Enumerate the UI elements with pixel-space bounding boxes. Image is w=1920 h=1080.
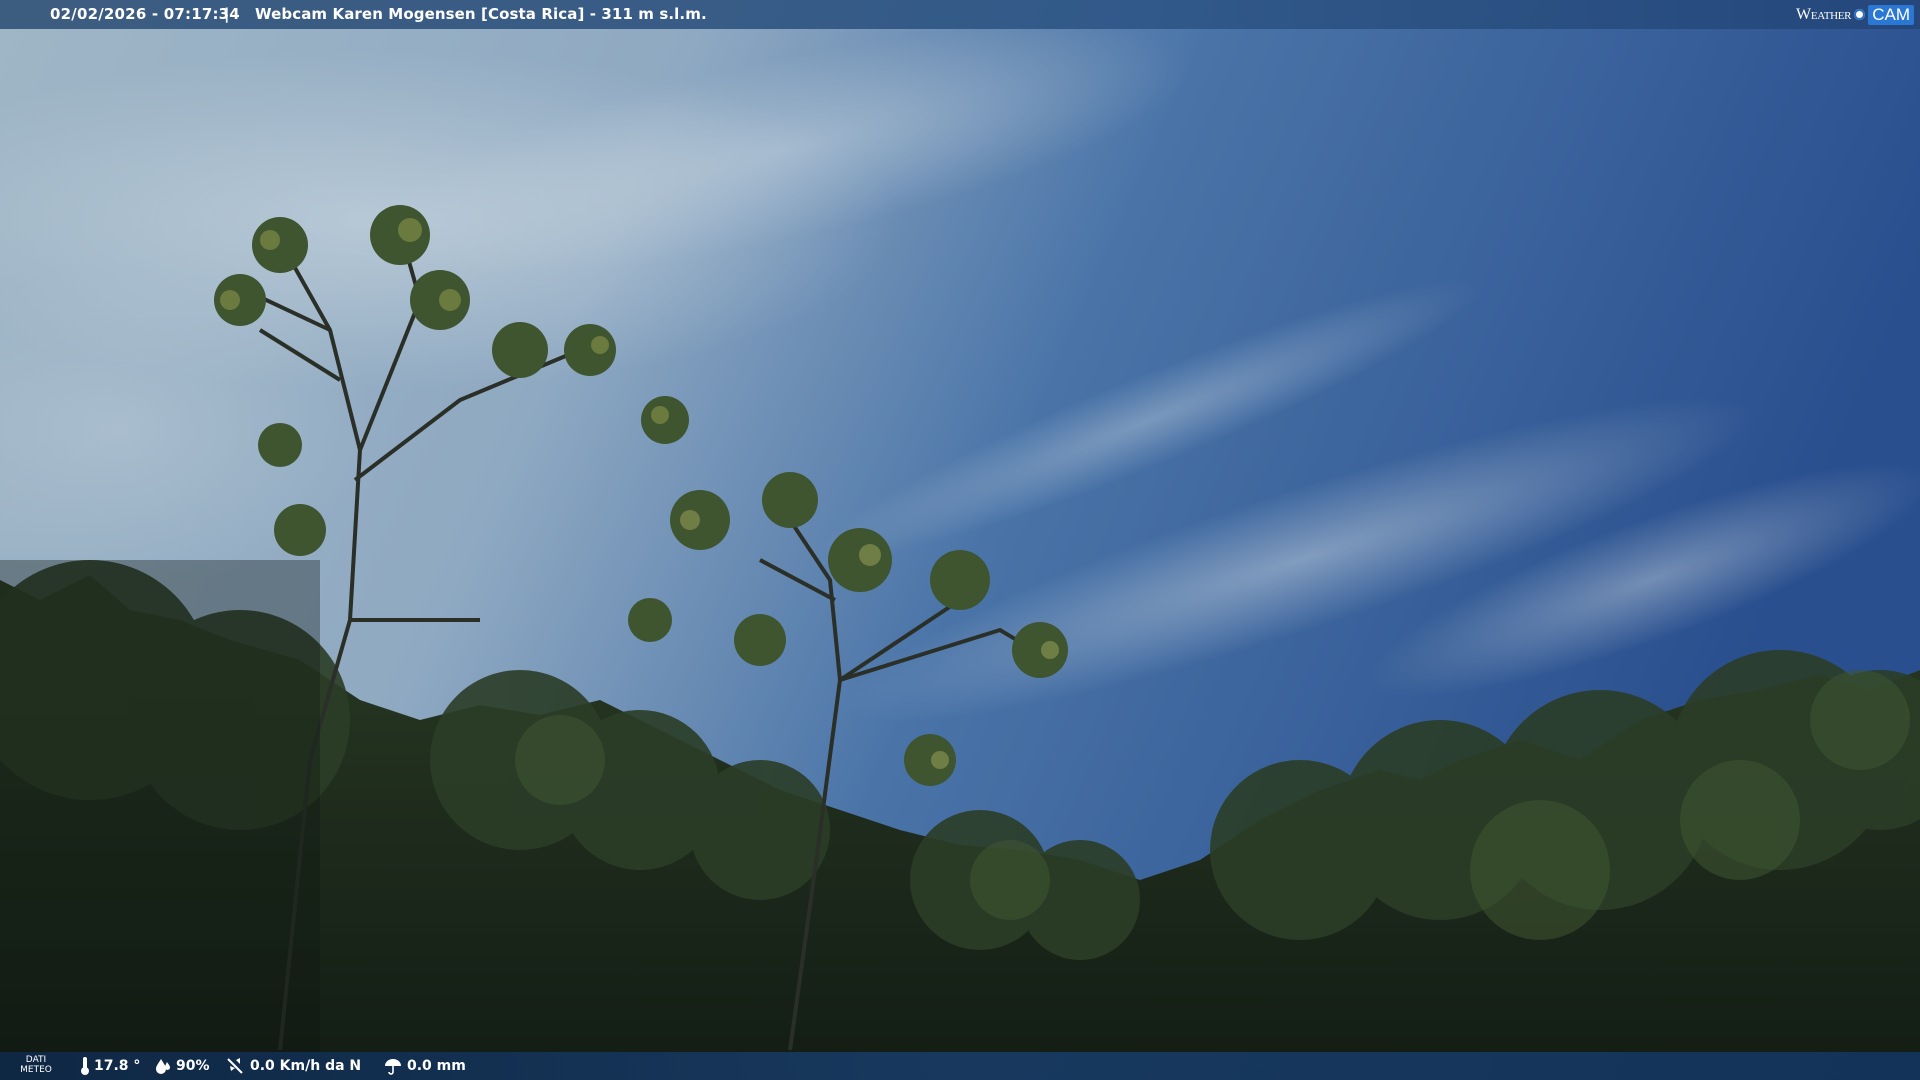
webcam-title: Webcam Karen Mogensen [Costa Rica] - 311… bbox=[255, 5, 707, 23]
weather-data-bar: DATI METEO 17.8 ° 90% 0.0 Km/h da N 0.0 … bbox=[0, 1052, 1920, 1080]
rain-icon bbox=[383, 1057, 403, 1075]
temperature-value: 17.8 ° bbox=[94, 1058, 141, 1074]
thermometer-icon bbox=[80, 1056, 90, 1076]
rain-value: 0.0 mm bbox=[407, 1058, 466, 1074]
humidity-icon bbox=[154, 1057, 172, 1075]
timestamp: 02/02/2026 - 07:17:34 bbox=[50, 5, 240, 23]
wind-value: 0.0 Km/h da N bbox=[250, 1058, 362, 1074]
logo-text-cam: CAM bbox=[1868, 4, 1914, 25]
logo-dot-icon bbox=[1854, 9, 1866, 20]
label-line-2: METEO bbox=[20, 1065, 52, 1075]
label-line-1: DATI bbox=[25, 1055, 47, 1065]
weather-data-label: DATI METEO bbox=[19, 1055, 53, 1075]
wind-icon bbox=[226, 1056, 246, 1076]
separator: | bbox=[224, 5, 230, 23]
humidity-value: 90% bbox=[176, 1058, 210, 1074]
wind-reading: 0.0 Km/h da N bbox=[226, 1052, 361, 1080]
info-bar-top: 02/02/2026 - 07:17:34 | Webcam Karen Mog… bbox=[0, 0, 1920, 29]
webcam-image bbox=[0, 0, 1920, 1080]
humidity-reading: 90% bbox=[154, 1052, 210, 1080]
rain-reading: 0.0 mm bbox=[383, 1052, 466, 1080]
logo-text-weather: Weather bbox=[1796, 5, 1852, 23]
temperature-reading: 17.8 ° bbox=[80, 1052, 140, 1080]
weathercam-logo: Weather CAM bbox=[1796, 0, 1920, 29]
